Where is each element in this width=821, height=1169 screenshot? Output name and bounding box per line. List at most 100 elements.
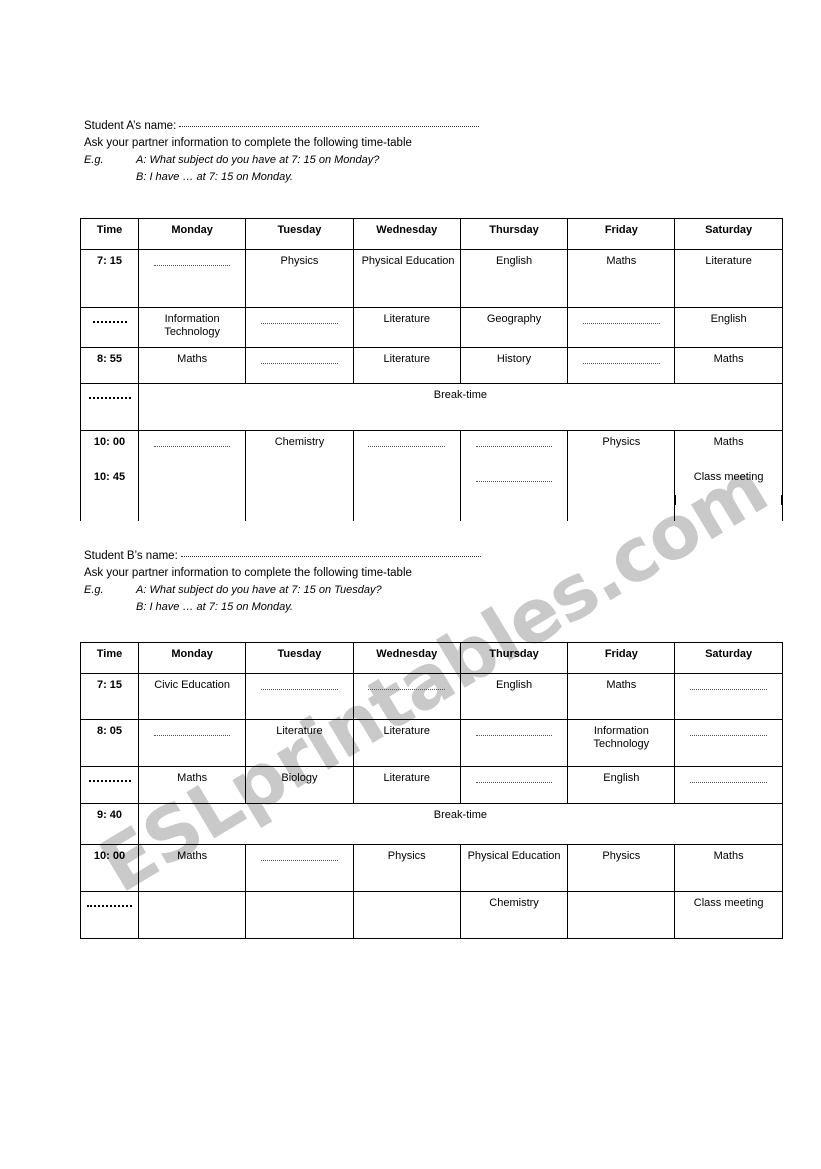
subject-cell: History — [459, 347, 569, 384]
subject-cell: Literature — [352, 719, 461, 767]
subject-cell[interactable] — [245, 673, 354, 720]
subject-cell[interactable] — [245, 347, 354, 384]
subject-cell[interactable] — [137, 891, 247, 939]
table-row: 8: 55 Maths Literature History Maths — [80, 347, 783, 384]
student-a-instruction: Ask your partner information to complete… — [84, 137, 412, 149]
example-question-b: A: What subject do you have at 7: 15 on … — [136, 584, 382, 596]
subject-cell[interactable] — [674, 719, 783, 767]
blank-line[interactable] — [368, 438, 446, 447]
column-header-saturday: Saturday — [674, 218, 783, 250]
subject-cell: Literature — [674, 249, 783, 308]
blank-line[interactable] — [261, 681, 338, 690]
subject-cell[interactable] — [567, 347, 676, 384]
subject-cell[interactable] — [245, 891, 354, 939]
section-student-a-header: Student A’s name: Ask your partner infor… — [84, 118, 784, 186]
blank-line-second[interactable] — [475, 473, 553, 482]
example-label-a: E.g. — [84, 154, 104, 166]
subject-cell: English — [459, 249, 569, 308]
subject-cell[interactable] — [352, 891, 461, 939]
student-b-name-line: Student B’s name: — [84, 548, 784, 565]
blank-line[interactable] — [690, 681, 767, 690]
subject-cell[interactable] — [352, 673, 461, 720]
blank-line[interactable] — [88, 774, 131, 783]
subject-cell[interactable] — [567, 307, 676, 348]
time-cell: 7: 15 — [80, 673, 139, 720]
column-header-tuesday: Tuesday — [245, 218, 354, 250]
timetable-a-wrap: Time Monday Tuesday Wednesday Thursday F… — [80, 218, 783, 521]
student-a-example-b: B: I have … at 7: 15 on Monday. — [84, 169, 784, 186]
blank-line[interactable] — [92, 315, 127, 324]
blank-line[interactable] — [475, 438, 553, 447]
example-answer-b: B: I have … at 7: 15 on Monday. — [136, 601, 293, 613]
column-header-monday: Monday — [137, 218, 247, 250]
subject-cell[interactable] — [352, 430, 461, 521]
subject-cell: Geography — [459, 307, 569, 348]
time-cell[interactable] — [80, 307, 139, 348]
blank-line[interactable] — [261, 852, 338, 861]
subject-cell[interactable] — [459, 766, 569, 804]
subject-cell: Literature — [352, 307, 461, 348]
table-row: 7: 15 Civic Education English Maths — [80, 673, 783, 720]
column-header-friday: Friday — [567, 218, 676, 250]
time-cell[interactable] — [80, 383, 139, 431]
subject-cell: English — [674, 307, 783, 348]
subject-cell: Physics — [567, 844, 676, 892]
blank-line[interactable] — [368, 681, 446, 690]
subject-cell[interactable] — [245, 307, 354, 348]
subject-cell: Information Technology — [137, 307, 247, 348]
subject-cell[interactable] — [137, 430, 247, 521]
blank-line[interactable] — [690, 727, 767, 736]
subject-cell: Information Technology — [567, 719, 676, 767]
time-cell: 9: 40 — [80, 803, 139, 845]
subject-value-second: Class meeting — [693, 471, 764, 483]
subject-cell: Maths — [674, 347, 783, 384]
time-cell[interactable] — [80, 891, 139, 939]
subject-cell: Physics — [245, 249, 354, 308]
table-a-open-bottom-legs — [80, 495, 782, 505]
blank-line[interactable] — [153, 727, 231, 736]
break-row: 9: 40 Break-time — [80, 803, 783, 845]
student-b-name-blank[interactable] — [180, 556, 481, 557]
subject-cell[interactable] — [459, 430, 569, 521]
subject-cell[interactable] — [137, 249, 247, 308]
time-cell: 10: 00 — [80, 844, 139, 892]
subject-cell: Physical Education — [459, 844, 569, 892]
subject-cell[interactable] — [245, 844, 354, 892]
subject-cell[interactable] — [137, 719, 247, 767]
timetable-b-wrap: Time Monday Tuesday Wednesday Thursday F… — [80, 642, 783, 939]
subject-cell[interactable] — [567, 891, 676, 939]
subject-cell[interactable] — [674, 673, 783, 720]
blank-line[interactable] — [153, 257, 231, 266]
subject-cell: Chemistry — [245, 430, 354, 521]
subject-cell: Class meeting — [674, 891, 783, 939]
column-header-time: Time — [80, 218, 139, 250]
blank-line[interactable] — [583, 355, 660, 364]
column-header-wednesday: Wednesday — [352, 218, 461, 250]
subject-cell: Literature — [352, 766, 461, 804]
student-a-example-a: E.g. A: What subject do you have at 7: 1… — [84, 152, 784, 169]
blank-line[interactable] — [583, 315, 660, 324]
student-a-name-blank[interactable] — [179, 126, 480, 127]
subject-cell[interactable] — [459, 719, 569, 767]
blank-line[interactable] — [88, 391, 131, 400]
subject-cell: Physical Education — [352, 249, 461, 308]
blank-line[interactable] — [690, 774, 767, 783]
subject-cell: Maths Class meeting — [674, 430, 783, 521]
blank-line[interactable] — [475, 727, 553, 736]
subject-value-first: Maths — [713, 436, 744, 448]
student-a-name-line: Student A’s name: — [84, 118, 784, 135]
subject-cell: English — [567, 766, 676, 804]
table-row: Chemistry Class meeting — [80, 891, 783, 939]
column-header-saturday: Saturday — [674, 642, 783, 674]
blank-line[interactable] — [475, 774, 553, 783]
column-header-wednesday: Wednesday — [352, 642, 461, 674]
blank-line[interactable] — [261, 355, 338, 364]
blank-line[interactable] — [153, 438, 231, 447]
time-cell[interactable] — [80, 766, 139, 804]
blank-line[interactable] — [87, 899, 132, 908]
column-header-thursday: Thursday — [459, 218, 569, 250]
blank-line[interactable] — [261, 315, 338, 324]
subject-cell[interactable] — [674, 766, 783, 804]
subject-cell: Maths — [137, 766, 247, 804]
student-a-name-label: Student A’s name: — [84, 120, 177, 132]
